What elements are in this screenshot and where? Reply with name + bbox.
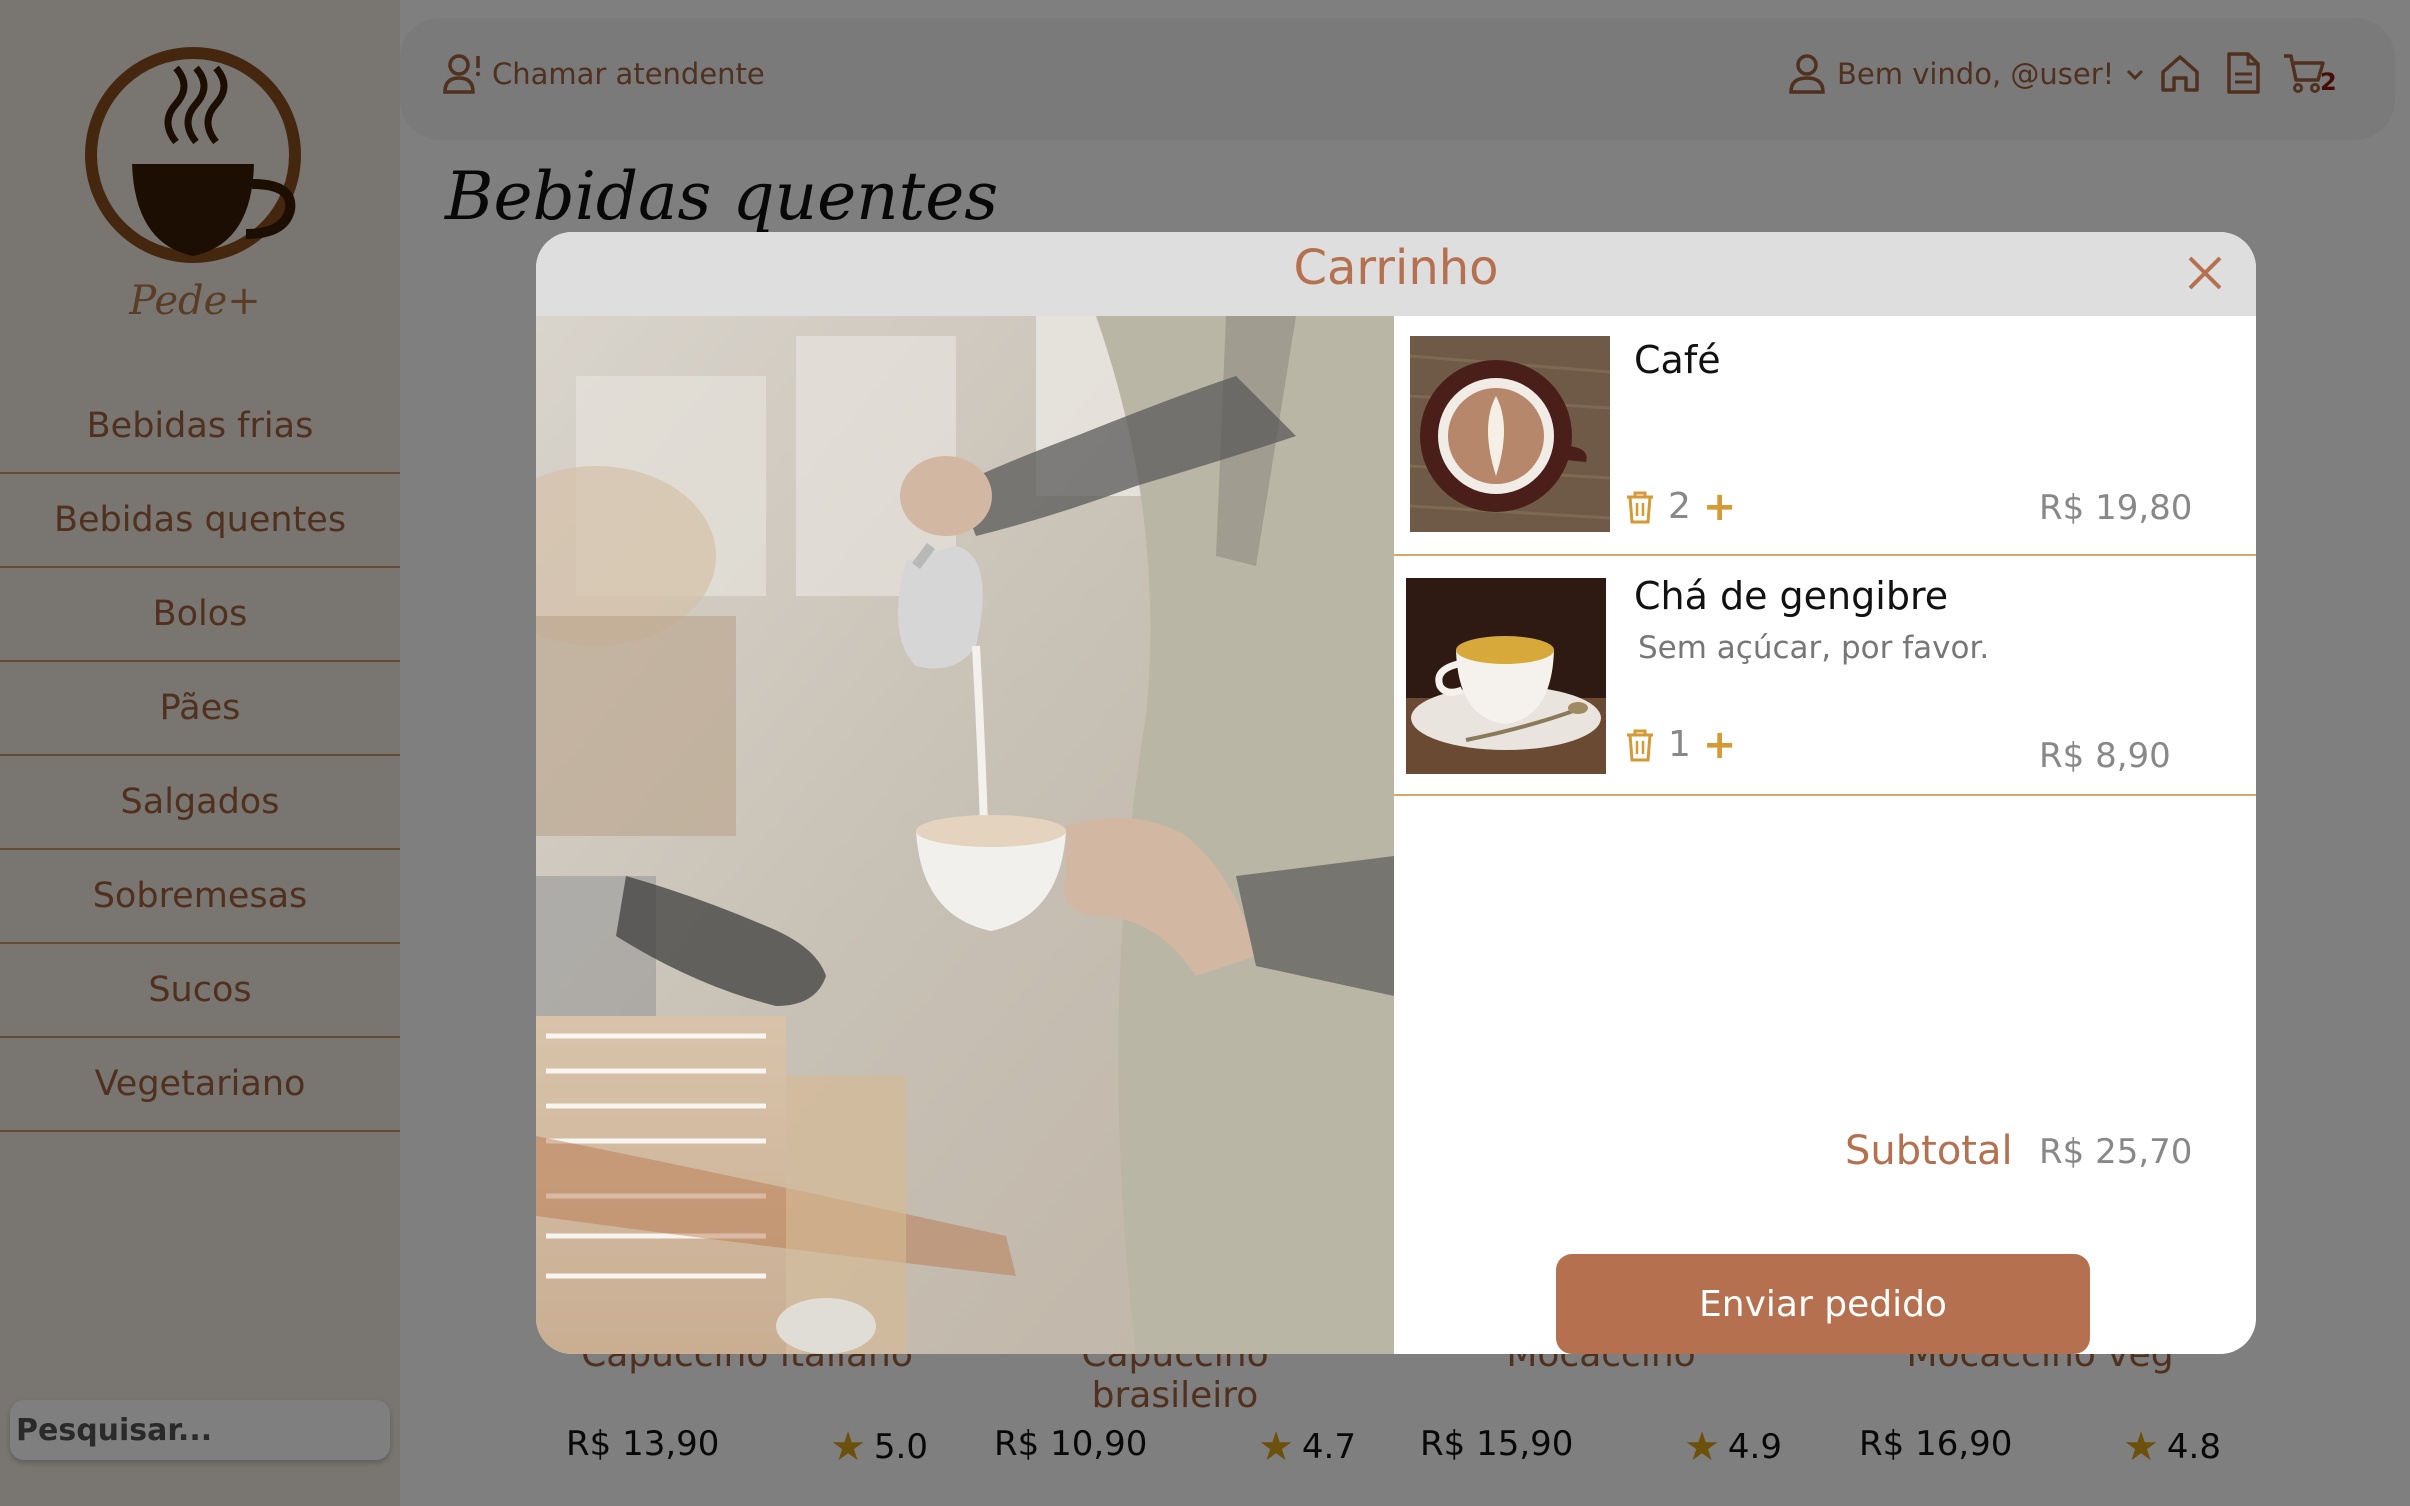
cart-modal: Carrinho Café 2 + R$ 19,80 Chá de gengib… [536, 232, 2256, 1354]
ginger-tea-thumbnail [1406, 578, 1606, 774]
close-icon[interactable] [2182, 250, 2228, 296]
cart-item-note: Sem açúcar, por favor. [1638, 630, 1990, 666]
modal-header: Carrinho [536, 232, 2256, 316]
cart-item-name: Café [1634, 338, 1721, 382]
cart-item: Chá de gengibre Sem açúcar, por favor. 1… [1394, 556, 2256, 796]
cart-item-price: R$ 19,80 [2039, 488, 2193, 528]
subtotal-label: Subtotal [1845, 1128, 2013, 1174]
barista-photo [536, 316, 1394, 1354]
increment-button[interactable]: + [1703, 487, 1737, 527]
cart-item: Café 2 + R$ 19,80 [1394, 316, 2256, 556]
quantity-stepper: 1 + [1624, 724, 1736, 765]
trash-icon[interactable] [1624, 490, 1656, 524]
quantity-value: 1 [1668, 724, 1691, 765]
increment-button[interactable]: + [1703, 725, 1737, 765]
cart-item-name: Chá de gengibre [1634, 574, 1949, 618]
quantity-stepper: 2 + [1624, 486, 1736, 527]
send-order-button[interactable]: Enviar pedido [1556, 1254, 2090, 1354]
coffee-thumbnail [1410, 336, 1610, 532]
subtotal-value: R$ 25,70 [2039, 1132, 2193, 1172]
trash-icon[interactable] [1624, 728, 1656, 762]
cart-panel: Café 2 + R$ 19,80 Chá de gengibre Sem aç… [1394, 316, 2256, 1354]
cart-item-price: R$ 8,90 [2039, 736, 2171, 776]
modal-title: Carrinho [1293, 240, 1499, 296]
quantity-value: 2 [1668, 486, 1691, 527]
